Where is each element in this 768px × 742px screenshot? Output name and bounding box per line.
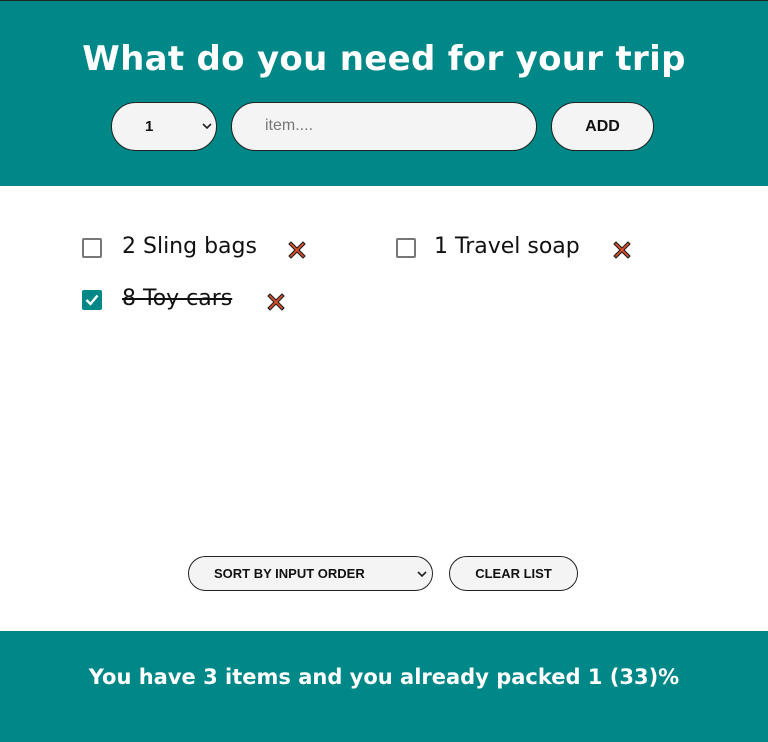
close-x-icon[interactable] [265, 291, 287, 313]
item-checkbox-checked[interactable] [82, 290, 102, 310]
item-input[interactable]: item.... [231, 102, 537, 151]
page-title: What do you need for your trip [82, 39, 686, 79]
chevron-down-icon [417, 566, 427, 584]
clear-list-button[interactable]: CLEAR LIST [449, 556, 578, 591]
item-checkbox[interactable] [82, 238, 102, 258]
list-item: 2 Sling bags [82, 234, 332, 264]
app-header: What do you need for your trip 1 item...… [0, 1, 768, 186]
quantity-select-value: 1 [145, 118, 154, 135]
close-x-icon[interactable] [611, 239, 633, 261]
item-checkbox[interactable] [396, 238, 416, 258]
sort-select[interactable]: SORT BY INPUT ORDER [188, 556, 433, 591]
add-button[interactable]: ADD [551, 102, 654, 151]
sort-select-value: SORT BY INPUT ORDER [214, 566, 365, 581]
stats-text: You have 3 items and you already packed … [88, 665, 680, 689]
item-label: 8 Toy cars [122, 286, 233, 311]
quantity-select[interactable]: 1 [111, 102, 217, 151]
list-item: 1 Travel soap [396, 234, 656, 264]
chevron-down-icon [202, 117, 212, 137]
close-x-icon[interactable] [286, 239, 308, 261]
stats-footer: You have 3 items and you already packed … [0, 631, 768, 742]
item-label: 1 Travel soap [434, 234, 580, 259]
list-item: 8 Toy cars [82, 286, 312, 316]
item-input-placeholder: item.... [265, 117, 314, 134]
checkmark-icon [85, 294, 99, 306]
item-label: 2 Sling bags [122, 234, 257, 259]
